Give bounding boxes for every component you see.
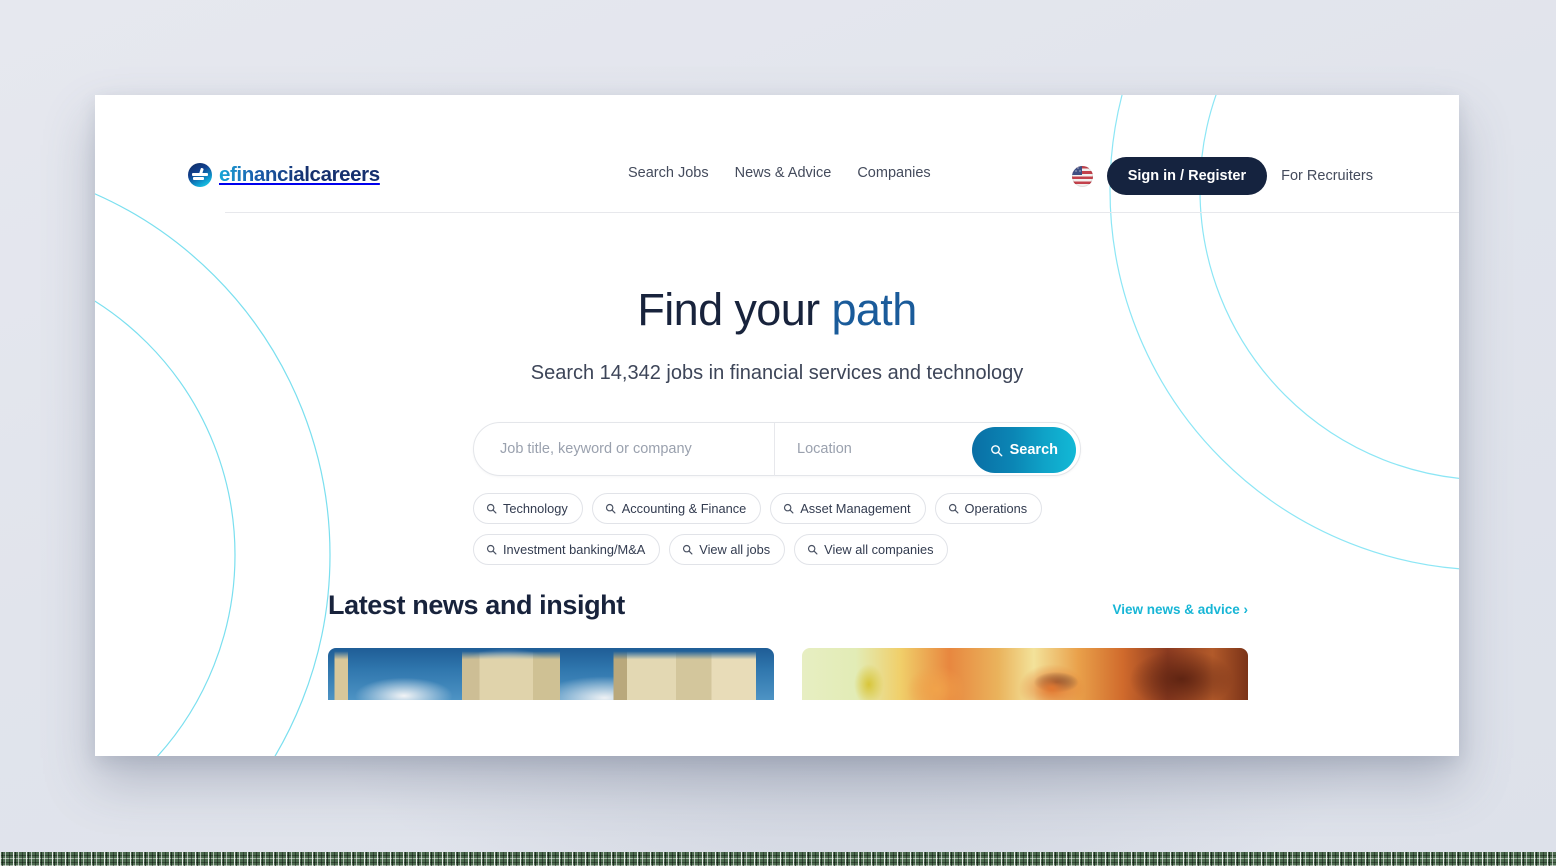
chip-label: Operations bbox=[964, 501, 1028, 517]
hero-section: Find your path Search 14,342 jobs in fin… bbox=[95, 213, 1459, 575]
chip-label: Technology bbox=[503, 501, 568, 517]
page-title: Find your path bbox=[95, 286, 1459, 333]
chip-label: View all companies bbox=[824, 542, 934, 558]
nav-item-companies[interactable]: Companies bbox=[857, 165, 930, 181]
chip-operations[interactable]: Operations bbox=[934, 493, 1043, 525]
main-navigation: Search Jobs News & Advice Companies bbox=[628, 165, 931, 181]
search-icon bbox=[486, 545, 497, 555]
for-recruiters-link[interactable]: For Recruiters bbox=[1281, 168, 1373, 184]
brand-logo[interactable]: efinancialcareers bbox=[188, 163, 380, 187]
news-section-header: Latest news and insight View news & advi… bbox=[328, 590, 1248, 621]
search-icon bbox=[948, 504, 958, 514]
latest-news-section: Latest news and insight View news & advi… bbox=[328, 590, 1248, 700]
us-flag-icon[interactable] bbox=[1071, 165, 1093, 187]
chip-label: Investment banking/M&A bbox=[503, 542, 646, 558]
search-icon bbox=[784, 504, 794, 514]
chip-technology[interactable]: Technology bbox=[473, 493, 583, 525]
chip-accounting-finance[interactable]: Accounting & Finance bbox=[591, 493, 762, 525]
job-search-bar: Search bbox=[473, 422, 1081, 477]
bottom-noise-strip bbox=[0, 852, 1556, 866]
chip-view-all-jobs[interactable]: View all jobs bbox=[669, 534, 786, 566]
search-icon bbox=[486, 504, 497, 514]
city-skyline-article-card[interactable] bbox=[328, 648, 774, 700]
chip-view-all-companies[interactable]: View all companies bbox=[794, 534, 949, 566]
page-title-lead: Find your bbox=[637, 284, 832, 335]
search-icon bbox=[683, 545, 693, 555]
browser-page: efinancialcareers Search Jobs News & Adv… bbox=[95, 95, 1459, 756]
chip-label: Accounting & Finance bbox=[621, 501, 747, 517]
view-news-advice-link[interactable]: View news & advice › bbox=[1112, 602, 1248, 621]
location-search-input[interactable] bbox=[775, 423, 975, 476]
quick-search-chips: Technology Accounting & Finance Asset Ma… bbox=[473, 493, 1081, 566]
search-icon bbox=[808, 545, 818, 555]
search-submit-button[interactable]: Search bbox=[971, 427, 1076, 474]
search-button-label: Search bbox=[1009, 442, 1058, 459]
hero-subtitle: Search 14,342 jobs in financial services… bbox=[530, 362, 1024, 385]
chip-label: View all jobs bbox=[699, 542, 771, 558]
header-actions: Sign in / Register For Recruiters bbox=[1071, 157, 1373, 195]
nav-item-news-advice[interactable]: News & Advice bbox=[735, 165, 832, 181]
news-card-list bbox=[328, 648, 1248, 700]
chip-row-1: Technology Accounting & Finance Asset Ma… bbox=[473, 493, 1081, 525]
chip-row-2: Investment banking/M&A View all jobs Vie… bbox=[473, 534, 1081, 566]
lifestyle-article-card[interactable] bbox=[802, 648, 1248, 700]
news-section-title: Latest news and insight bbox=[328, 590, 625, 620]
sign-in-register-button[interactable]: Sign in / Register bbox=[1106, 157, 1268, 195]
page-title-accent: path bbox=[831, 284, 917, 335]
site-header: efinancialcareers Search Jobs News & Adv… bbox=[160, 95, 1459, 213]
search-icon bbox=[990, 444, 1003, 457]
efc-logo-icon bbox=[188, 163, 212, 187]
chip-asset-management[interactable]: Asset Management bbox=[770, 493, 926, 525]
nav-item-search-jobs[interactable]: Search Jobs bbox=[628, 165, 709, 181]
keyword-search-input[interactable] bbox=[474, 423, 774, 476]
chip-investment-banking-ma[interactable]: Investment banking/M&A bbox=[473, 534, 661, 566]
search-icon bbox=[605, 504, 616, 514]
brand-name: efinancialcareers bbox=[219, 163, 380, 186]
chip-label: Asset Management bbox=[800, 501, 911, 517]
